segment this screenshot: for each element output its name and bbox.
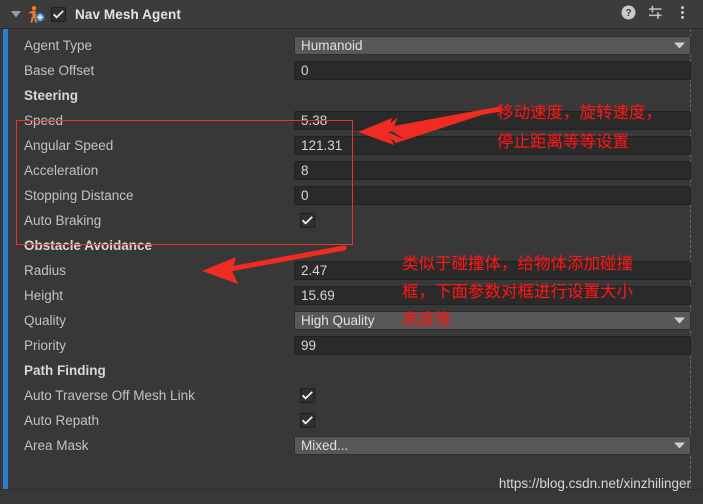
panel-bottom-divider bbox=[0, 489, 703, 490]
property-row: Acceleration 8 bbox=[8, 158, 691, 183]
number-field[interactable]: 8 bbox=[294, 161, 691, 180]
svg-text:?: ? bbox=[625, 8, 631, 19]
field-value: 121.31 bbox=[301, 137, 343, 153]
number-field[interactable]: 121.31 bbox=[294, 136, 691, 155]
section-header-obstacle-avoidance: Obstacle Avoidance bbox=[24, 238, 153, 253]
property-label: Radius bbox=[24, 263, 67, 278]
property-row: Path Finding bbox=[8, 358, 689, 383]
chevron-down-icon bbox=[674, 42, 685, 49]
property-row: Priority 99 bbox=[8, 333, 691, 358]
property-row: Stopping Distance 0 bbox=[8, 183, 691, 208]
dropdown-field[interactable]: Humanoid bbox=[294, 36, 691, 55]
property-row: Height 15.69 bbox=[8, 283, 691, 308]
property-label: Angular Speed bbox=[24, 138, 114, 153]
property-label: Area Mask bbox=[24, 438, 89, 453]
property-row: Radius 2.47 bbox=[8, 258, 691, 283]
property-row: Steering bbox=[8, 83, 689, 108]
field-value: 99 bbox=[301, 337, 317, 353]
chevron-down-icon bbox=[674, 442, 685, 449]
property-label: Auto Traverse Off Mesh Link bbox=[24, 388, 195, 403]
component-enabled-checkbox[interactable] bbox=[51, 7, 66, 22]
field-value: 8 bbox=[301, 162, 309, 178]
number-field[interactable]: 0 bbox=[294, 61, 691, 80]
property-row: Area Mask Mixed... bbox=[8, 433, 691, 458]
field-value: Humanoid bbox=[301, 37, 363, 53]
more-menu-icon[interactable] bbox=[674, 4, 691, 21]
property-label: Stopping Distance bbox=[24, 188, 134, 203]
number-field[interactable]: 99 bbox=[294, 336, 691, 355]
property-label: Auto Repath bbox=[24, 413, 100, 428]
section-header-steering: Steering bbox=[24, 88, 79, 103]
scroll-edge-divider bbox=[690, 29, 691, 489]
property-row: Base Offset 0 bbox=[8, 58, 691, 83]
help-icon[interactable]: ? bbox=[620, 4, 637, 21]
unity-inspector-panel: Nav Mesh Agent ? Agent Type Humanoid Bas… bbox=[0, 0, 703, 504]
property-label: Agent Type bbox=[24, 38, 93, 53]
field-value: 0 bbox=[301, 187, 309, 203]
property-label: Speed bbox=[24, 113, 64, 128]
number-field[interactable]: 5.38 bbox=[294, 111, 691, 130]
property-label: Quality bbox=[24, 313, 67, 328]
triangle-down-icon[interactable] bbox=[8, 2, 24, 27]
property-row: Auto Traverse Off Mesh Link bbox=[8, 383, 689, 408]
property-label: Auto Braking bbox=[24, 213, 102, 228]
number-field[interactable]: 0 bbox=[294, 186, 691, 205]
toggle-checkbox[interactable] bbox=[300, 413, 315, 428]
property-row: Obstacle Avoidance bbox=[8, 233, 689, 258]
field-value: 5.38 bbox=[301, 112, 328, 128]
field-value: 2.47 bbox=[301, 262, 328, 278]
property-row: Angular Speed 121.31 bbox=[8, 133, 691, 158]
dropdown-field[interactable]: Mixed... bbox=[294, 436, 691, 455]
field-value: 15.69 bbox=[301, 287, 335, 303]
property-row: Quality High Quality bbox=[8, 308, 691, 333]
property-label: Priority bbox=[24, 338, 67, 353]
page-title: Nav Mesh Agent bbox=[75, 7, 181, 22]
property-row: Speed 5.38 bbox=[8, 108, 691, 133]
property-label: Height bbox=[24, 288, 64, 303]
toggle-checkbox[interactable] bbox=[300, 388, 315, 403]
number-field[interactable]: 15.69 bbox=[294, 286, 691, 305]
preset-icon[interactable] bbox=[647, 4, 664, 21]
chevron-down-icon bbox=[674, 317, 685, 324]
field-value: 0 bbox=[301, 62, 309, 78]
nav-mesh-agent-icon bbox=[25, 5, 47, 25]
component-header[interactable]: Nav Mesh Agent ? bbox=[0, 0, 703, 29]
property-row: Agent Type Humanoid bbox=[8, 33, 691, 58]
property-label: Acceleration bbox=[24, 163, 99, 178]
property-row: Auto Braking bbox=[8, 208, 689, 233]
dropdown-field[interactable]: High Quality bbox=[294, 311, 691, 330]
field-value: Mixed... bbox=[301, 437, 349, 453]
field-value: High Quality bbox=[301, 312, 375, 328]
property-label: Base Offset bbox=[24, 63, 95, 78]
number-field[interactable]: 2.47 bbox=[294, 261, 691, 280]
property-row: Auto Repath bbox=[8, 408, 689, 433]
section-header-path-finding: Path Finding bbox=[24, 363, 106, 378]
toggle-checkbox[interactable] bbox=[300, 213, 315, 228]
